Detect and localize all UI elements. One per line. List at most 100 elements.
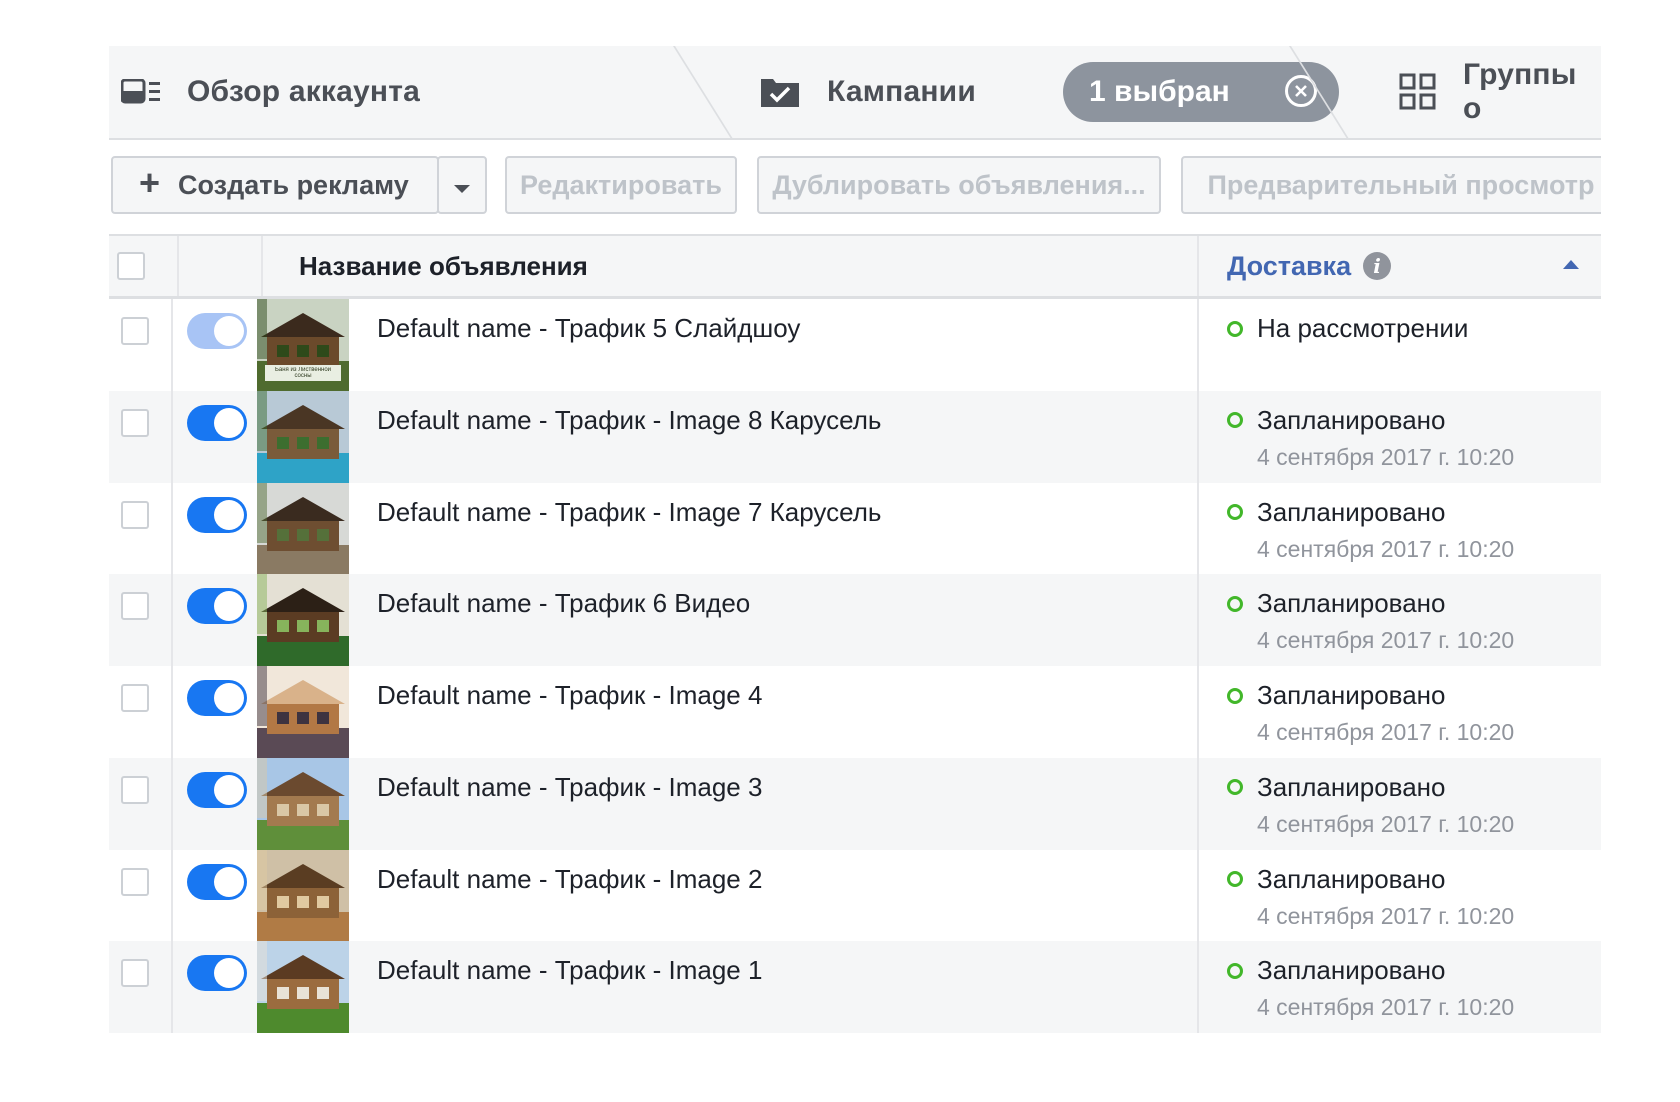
delivery-status-label: На рассмотрении (1257, 313, 1469, 343)
table-row[interactable]: Default name - Трафик - Image 3 Запланиро… (109, 757, 1601, 850)
ad-status-toggle[interactable] (187, 496, 247, 533)
row-checkbox[interactable] (121, 408, 149, 437)
ad-name-link[interactable]: Default name - Трафик 6 Видео (377, 588, 750, 619)
ad-thumbnail[interactable] (257, 941, 349, 1034)
ad-status-toggle[interactable] (187, 404, 247, 441)
row-checkbox[interactable] (121, 317, 149, 345)
select-all-checkbox[interactable] (117, 252, 145, 280)
table-row[interactable]: Default name - Трафик - Image 4 Запланиро… (109, 666, 1601, 758)
selected-count-label: 1 выбран (1089, 75, 1230, 108)
delivery-status: Запланировано 4 сентября 2017 г. 10:20 (1227, 680, 1514, 746)
column-divider (1197, 236, 1199, 296)
column-divider (171, 849, 173, 942)
scheduled-date: 4 сентября 2017 г. 10:20 (1257, 902, 1515, 929)
delivery-status: Запланировано 4 сентября 2017 г. 10:20 (1227, 588, 1514, 654)
table-row[interactable]: Default name - Трафик 6 Видео Запланирова… (109, 574, 1601, 667)
ads-manager-frame: Обзор аккаунта Кампании 1 выбран Группы … (109, 46, 1601, 1082)
grid-icon (1399, 73, 1437, 111)
row-checkbox[interactable] (121, 959, 149, 988)
delivery-status: Запланировано 4 сентября 2017 г. 10:20 (1227, 405, 1514, 471)
level-tabs: Обзор аккаунта Кампании 1 выбран Группы … (109, 46, 1601, 140)
duplicate-ads-button[interactable]: Дублировать объявления... (757, 156, 1161, 214)
ad-thumbnail[interactable] (257, 390, 349, 483)
delivery-status-line: Запланировано (1227, 588, 1514, 619)
ad-thumbnail[interactable] (257, 574, 349, 667)
column-divider (171, 941, 173, 1033)
delivery-status: Запланировано 4 сентября 2017 г. 10:20 (1227, 955, 1514, 1021)
tab-account-overview-label: Обзор аккаунта (187, 75, 421, 108)
ad-thumbnail[interactable] (257, 482, 349, 575)
table-row[interactable]: Default name - Трафик - Image 8 Карусель… (109, 390, 1601, 483)
scheduled-date: 4 сентября 2017 г. 10:20 (1257, 535, 1515, 562)
row-checkbox[interactable] (121, 775, 149, 804)
status-dot-icon (1227, 504, 1243, 520)
delivery-status: На рассмотрении (1227, 313, 1468, 344)
column-divider (1197, 482, 1199, 575)
ad-name-link[interactable]: Default name - Трафик 5 Слайдшоу (377, 313, 800, 344)
column-header-delivery[interactable]: Доставка i (1227, 236, 1392, 296)
ad-thumbnail[interactable] (257, 757, 349, 850)
ad-status-toggle[interactable] (187, 680, 247, 716)
scheduled-date: 4 сентября 2017 г. 10:20 (1257, 443, 1515, 470)
status-dot-icon (1227, 595, 1243, 612)
ad-name-link[interactable]: Default name - Трафик - Image 3 (377, 772, 762, 803)
plus-icon: + (139, 162, 161, 203)
row-checkbox[interactable] (121, 592, 149, 621)
row-checkbox[interactable] (121, 867, 149, 896)
scheduled-date: 4 сентября 2017 г. 10:20 (1257, 627, 1515, 654)
column-divider (171, 299, 173, 391)
tab-campaigns[interactable]: Кампании (759, 46, 976, 138)
ad-status-toggle[interactable] (187, 313, 247, 349)
status-dot-icon (1227, 320, 1243, 337)
ad-thumbnail[interactable] (257, 849, 349, 942)
column-divider (1197, 941, 1199, 1033)
create-ad-button[interactable]: + Создать рекламу (111, 156, 439, 214)
ad-thumbnail[interactable]: Баня из Лиственной сосны (257, 299, 349, 391)
ad-name-link[interactable]: Default name - Трафик - Image 4 (377, 680, 762, 711)
ad-status-toggle[interactable] (187, 771, 247, 808)
column-divider (1197, 390, 1199, 483)
ad-name-link[interactable]: Default name - Трафик - Image 8 Карусель (377, 405, 881, 436)
create-ad-dropdown-button[interactable] (437, 156, 487, 214)
column-header-delivery-label: Доставка (1227, 250, 1352, 281)
edit-button[interactable]: Редактировать (505, 156, 737, 214)
table-row[interactable]: Баня из Лиственной сосны Default name - Т… (109, 299, 1601, 391)
row-checkbox[interactable] (121, 684, 149, 712)
column-divider (171, 574, 173, 666)
scheduled-date: 4 сентября 2017 г. 10:20 (1257, 719, 1515, 745)
ads-table: Название объявления Доставка i Баня из Л… (109, 234, 1601, 1034)
row-checkbox[interactable] (121, 500, 149, 529)
tab-ad-sets[interactable]: Группы о (1399, 46, 1601, 138)
scheduled-date: 4 сентября 2017 г. 10:20 (1257, 994, 1515, 1021)
status-dot-icon (1227, 871, 1243, 887)
delivery-status: Запланировано 4 сентября 2017 г. 10:20 (1227, 497, 1514, 563)
ad-status-toggle[interactable] (187, 955, 247, 992)
ad-status-toggle[interactable] (187, 863, 247, 900)
delivery-status-line: Запланировано (1227, 864, 1514, 895)
scheduled-date: 4 сентября 2017 г. 10:20 (1257, 810, 1515, 837)
info-icon[interactable]: i (1363, 252, 1392, 280)
sort-ascending-icon[interactable] (1563, 260, 1579, 269)
ad-status-toggle[interactable] (187, 588, 247, 625)
column-divider (1197, 666, 1199, 758)
delivery-status-line: На рассмотрении (1227, 313, 1468, 344)
ad-name-link[interactable]: Default name - Трафик - Image 7 Карусель (377, 497, 881, 528)
tab-account-overview[interactable]: Обзор аккаунта (121, 46, 420, 138)
ad-thumbnail[interactable] (257, 666, 349, 758)
table-row[interactable]: Default name - Трафик - Image 1 Запланиро… (109, 941, 1601, 1034)
delivery-status-line: Запланировано (1227, 405, 1514, 436)
selected-count-pill[interactable]: 1 выбран (1063, 62, 1339, 122)
delivery-status-label: Запланировано (1257, 588, 1446, 619)
table-body: Баня из Лиственной сосны Default name - Т… (109, 299, 1601, 1034)
status-dot-icon (1227, 412, 1243, 429)
ad-name-link[interactable]: Default name - Трафик - Image 1 (377, 955, 762, 986)
delivery-status-line: Запланировано (1227, 497, 1514, 528)
table-row[interactable]: Default name - Трафик - Image 7 Карусель… (109, 482, 1601, 575)
column-divider (261, 236, 263, 296)
thumbnail-caption: Баня из Лиственной сосны (274, 367, 332, 379)
column-header-ad-name[interactable]: Название объявления (299, 236, 588, 296)
ad-name-link[interactable]: Default name - Трафик - Image 2 (377, 864, 762, 895)
delivery-status-line: Запланировано (1227, 955, 1514, 986)
table-row[interactable]: Default name - Трафик - Image 2 Запланиро… (109, 849, 1601, 942)
preview-button[interactable]: Предварительный просмотр (1181, 156, 1601, 214)
